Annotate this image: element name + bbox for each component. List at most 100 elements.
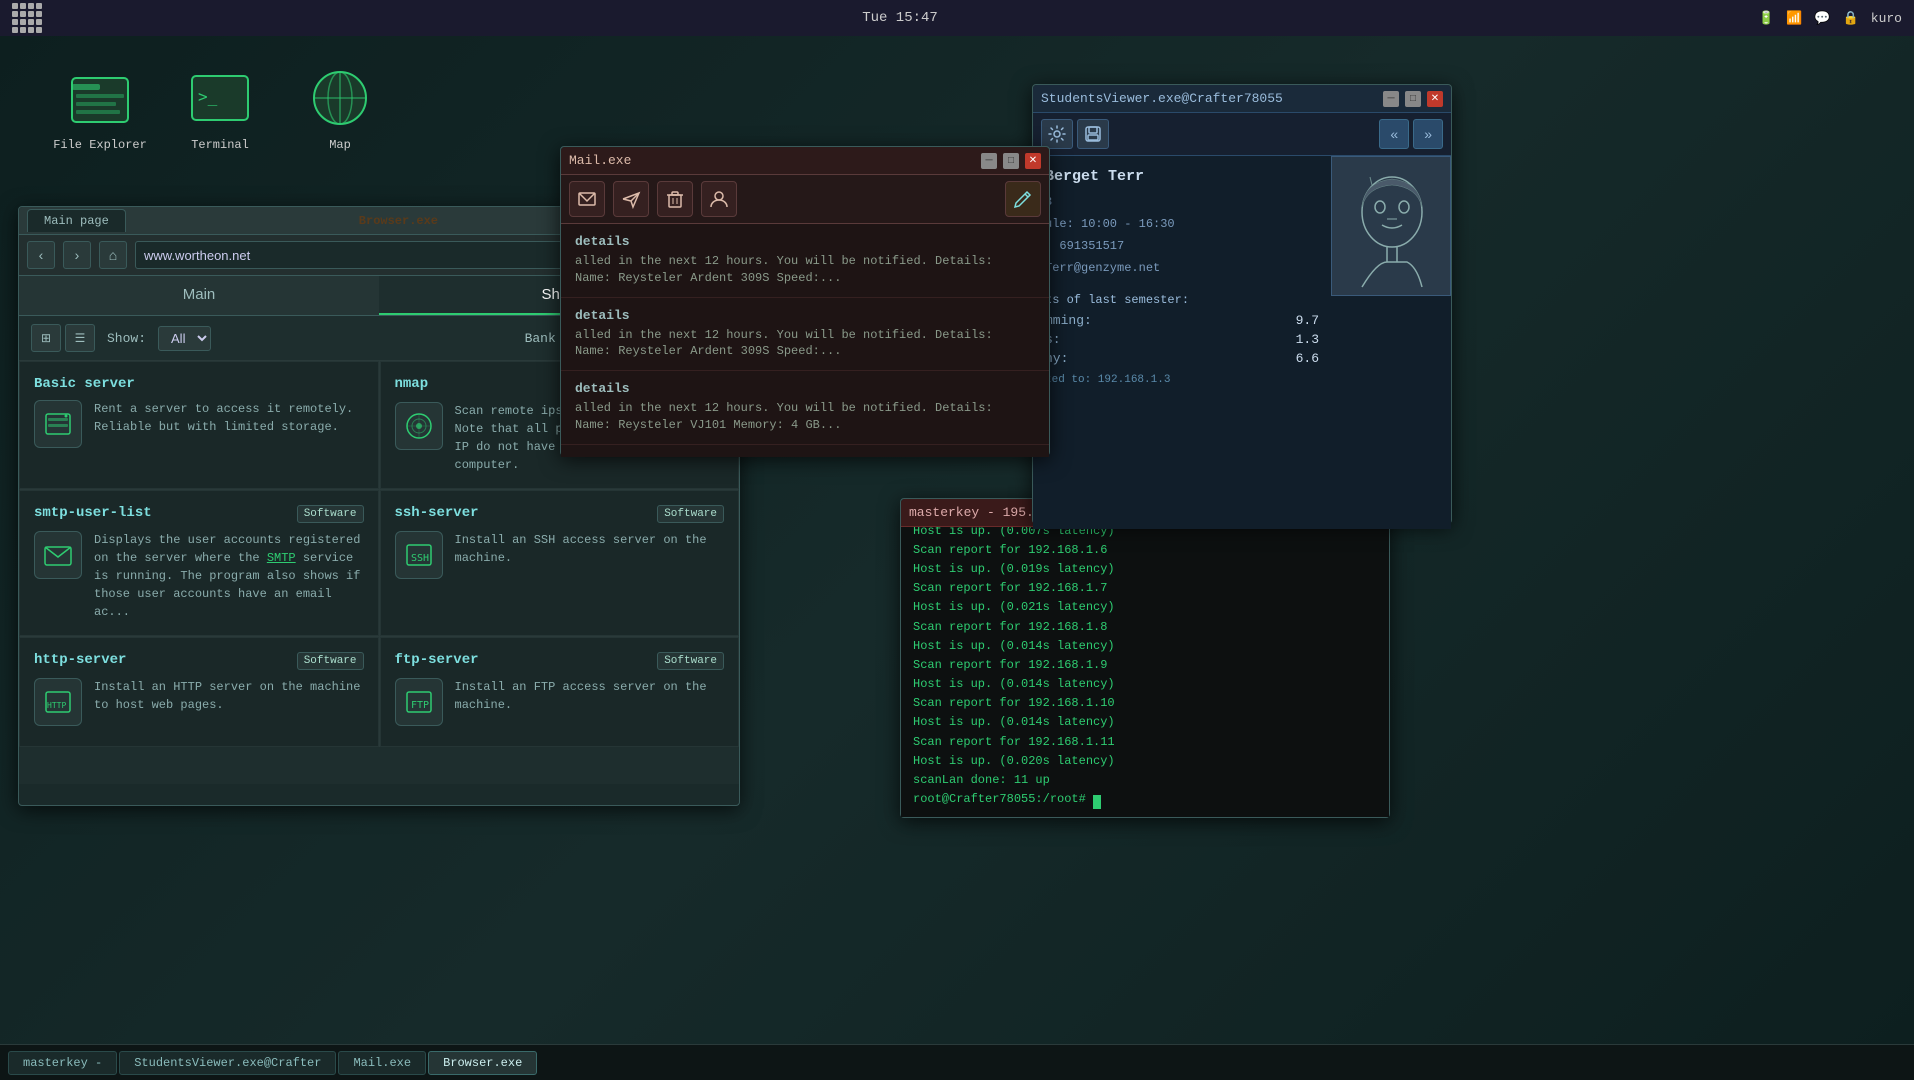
- shop-item-body: SSH Install an SSH access server on the …: [395, 531, 725, 579]
- mail-row[interactable]: details alled in the next 12 hours. You …: [561, 224, 1049, 298]
- stats-title: ts of last semester:: [1045, 293, 1319, 307]
- item-name: http-server: [34, 652, 126, 668]
- svg-text:FTP: FTP: [411, 700, 429, 711]
- mail-compose-btn[interactable]: [1005, 181, 1041, 217]
- item-icon: FTP: [395, 678, 443, 726]
- stat-label-1: mming:: [1045, 313, 1092, 328]
- terminal-window: masterkey - 195.102.229.158@Crafter78055…: [900, 498, 1390, 818]
- item-icon: [395, 402, 443, 450]
- mail-window: Mail.exe ─ □ ✕: [560, 146, 1050, 456]
- show-label: Show:: [107, 331, 146, 346]
- stat-value-2: 1.3: [1296, 332, 1319, 347]
- student-phone: : 691351517: [1045, 237, 1319, 255]
- item-name: nmap: [395, 376, 429, 392]
- top-bar: Tue 15:47 🔋 📶 💬 🔒 kuro: [0, 0, 1914, 36]
- show-select[interactable]: All: [158, 326, 211, 351]
- students-next-btn[interactable]: »: [1413, 119, 1443, 149]
- nav-main-btn[interactable]: Main: [19, 276, 379, 315]
- battery-icon: 🔋: [1758, 11, 1774, 26]
- student-schedule: ule: 10:00 - 16:30: [1045, 215, 1319, 233]
- shop-item-ftp[interactable]: ftp-server Software FTP Install an FTP a…: [380, 637, 740, 747]
- item-desc: Install an HTTP server on the machine to…: [94, 678, 364, 714]
- students-save-btn[interactable]: [1077, 119, 1109, 149]
- mail-row[interactable]: details alled in the next 12 hours. You …: [561, 298, 1049, 372]
- view-toggle: ⊞ ☰: [31, 324, 95, 352]
- shop-item-body: HTTP Install an HTTP server on the machi…: [34, 678, 364, 726]
- shop-item-smtp[interactable]: smtp-user-list Software Displays the use…: [19, 490, 379, 636]
- item-desc: Displays the user accounts registered on…: [94, 531, 364, 621]
- map-icon[interactable]: Map: [300, 66, 380, 152]
- item-icon: HTTP: [34, 678, 82, 726]
- students-content: Berget Terr 3 ule: 10:00 - 16:30 : 69135…: [1033, 156, 1451, 529]
- mail-close-btn[interactable]: ✕: [1025, 153, 1041, 169]
- student-email: Terr@genzyme.net: [1045, 259, 1319, 277]
- mail-send-btn[interactable]: [613, 181, 649, 217]
- item-desc: Install an SSH access server on the mach…: [455, 531, 725, 567]
- taskbar-browser[interactable]: Browser.exe: [428, 1051, 537, 1075]
- terminal-body[interactable]: Scan report for 192.168.1.4Host is up. (…: [901, 527, 1389, 817]
- students-nav-controls: « »: [1379, 119, 1443, 149]
- students-prev-btn[interactable]: «: [1379, 119, 1409, 149]
- students-maximize-btn[interactable]: □: [1405, 91, 1421, 107]
- shop-item-ssh[interactable]: ssh-server Software SSH Install an SSH a…: [380, 490, 740, 636]
- shop-item-body: FTP Install an FTP access server on the …: [395, 678, 725, 726]
- item-badge: Software: [297, 652, 364, 670]
- top-bar-left: [12, 3, 42, 33]
- students-close-btn[interactable]: ✕: [1427, 91, 1443, 107]
- student-id: 3: [1045, 193, 1319, 211]
- item-icon: SSH: [395, 531, 443, 579]
- shop-item-body: Rent a server to access it remotely. Rel…: [34, 400, 364, 448]
- shop-item-body: Displays the user accounts registered on…: [34, 531, 364, 621]
- taskbar-mail[interactable]: Mail.exe: [338, 1051, 426, 1075]
- browser-home-btn[interactable]: ⌂: [99, 241, 127, 269]
- browser-back-btn[interactable]: ‹: [27, 241, 55, 269]
- stat-value-1: 9.7: [1296, 313, 1319, 328]
- students-stats-panel: ts of last semester: mming: 9.7 s: 1.3 n…: [1045, 293, 1319, 386]
- shop-item-basic-server[interactable]: Basic server Rent a server to access it …: [19, 361, 379, 489]
- browser-forward-btn[interactable]: ›: [63, 241, 91, 269]
- taskbar-students[interactable]: StudentsViewer.exe@Crafter: [119, 1051, 336, 1075]
- stat-row-2: s: 1.3: [1045, 332, 1319, 347]
- wifi-icon: 📶: [1786, 11, 1802, 26]
- grid-view-btn[interactable]: ⊞: [31, 324, 61, 352]
- svg-text:>_: >_: [198, 87, 218, 106]
- shop-item-header: ssh-server Software: [395, 505, 725, 523]
- taskbar-masterkey[interactable]: masterkey -: [8, 1051, 117, 1075]
- students-minimize-btn[interactable]: ─: [1383, 91, 1399, 107]
- mail-row-title: details: [575, 308, 1035, 323]
- students-window: StudentsViewer.exe@Crafter78055 ─ □ ✕ « …: [1032, 84, 1452, 524]
- mail-row[interactable]: details alled in the next 12 hours. You …: [561, 371, 1049, 445]
- desktop: File Explorer >_ Terminal Map: [0, 36, 1914, 1044]
- connected-label: ted to: 192.168.1.3: [1045, 374, 1319, 386]
- item-badge: Software: [297, 505, 364, 523]
- terminal-icon[interactable]: >_ Terminal: [180, 66, 260, 152]
- mail-inbox-btn[interactable]: [569, 181, 605, 217]
- smtp-link[interactable]: SMTP: [267, 551, 296, 565]
- item-name: Basic server: [34, 376, 135, 392]
- item-name: smtp-user-list: [34, 505, 152, 521]
- mail-toolbar: [561, 175, 1049, 224]
- students-titlebar: StudentsViewer.exe@Crafter78055 ─ □ ✕: [1033, 85, 1451, 113]
- list-view-btn[interactable]: ☰: [65, 324, 95, 352]
- browser-main-tab[interactable]: Main page: [27, 209, 126, 232]
- mail-contacts-btn[interactable]: [701, 181, 737, 217]
- mail-minimize-btn[interactable]: ─: [981, 153, 997, 169]
- shop-item-header: smtp-user-list Software: [34, 505, 364, 523]
- mail-delete-btn[interactable]: [657, 181, 693, 217]
- mail-titlebar: Mail.exe ─ □ ✕: [561, 147, 1049, 175]
- mail-maximize-btn[interactable]: □: [1003, 153, 1019, 169]
- shop-item-header: ftp-server Software: [395, 652, 725, 670]
- datetime-display: Tue 15:47: [862, 10, 938, 26]
- students-title: StudentsViewer.exe@Crafter78055: [1041, 91, 1283, 106]
- item-icon: [34, 531, 82, 579]
- item-desc: Install an FTP access server on the mach…: [455, 678, 725, 714]
- students-settings-btn[interactable]: [1041, 119, 1073, 149]
- mail-row-title: details: [575, 234, 1035, 249]
- browser-title: Browser.exe: [359, 214, 438, 228]
- shop-item-header: http-server Software: [34, 652, 364, 670]
- file-explorer-icon[interactable]: File Explorer: [60, 66, 140, 152]
- svg-text:HTTP: HTTP: [47, 701, 66, 710]
- lock-icon: 🔒: [1843, 11, 1859, 26]
- shop-item-http[interactable]: http-server Software HTTP Install an HTT…: [19, 637, 379, 747]
- app-grid-icon[interactable]: [12, 3, 42, 33]
